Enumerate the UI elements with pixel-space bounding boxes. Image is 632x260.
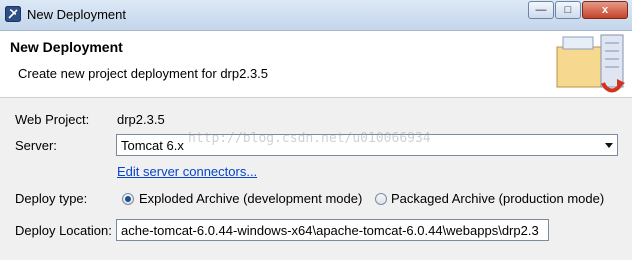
packaged-archive-label: Packaged Archive (production mode) (391, 191, 605, 206)
deploy-location-input[interactable] (117, 220, 548, 240)
deploy-location-field[interactable] (116, 219, 549, 241)
web-project-value: drp2.3.5 (117, 112, 165, 127)
deploy-type-label: Deploy type: (15, 191, 88, 206)
web-project-label: Web Project: (15, 112, 90, 127)
server-selected: Tomcat 6.x (121, 138, 184, 153)
deploy-location-label: Deploy Location: (15, 223, 112, 238)
edit-server-connectors-link[interactable]: Edit server connectors... (117, 164, 257, 179)
deploy-graphic-icon (556, 34, 625, 93)
app-icon (5, 6, 21, 22)
maximize-button[interactable]: □ (555, 1, 581, 19)
server-dropdown[interactable]: Tomcat 6.x (116, 134, 618, 156)
exploded-archive-label: Exploded Archive (development mode) (139, 191, 363, 206)
packaged-archive-radio[interactable] (375, 193, 387, 205)
title-bar: New Deployment — □ x (0, 0, 632, 31)
server-label: Server: (15, 138, 57, 153)
wizard-header: New Deployment Create new project deploy… (0, 31, 632, 98)
close-button[interactable]: x (582, 1, 628, 19)
chevron-down-icon (605, 143, 613, 148)
window-title: New Deployment (27, 7, 126, 22)
minimize-button[interactable]: — (528, 1, 554, 19)
header-title: New Deployment (10, 39, 123, 55)
header-description: Create new project deployment for drp2.3… (18, 66, 269, 81)
exploded-archive-radio[interactable] (122, 193, 134, 205)
